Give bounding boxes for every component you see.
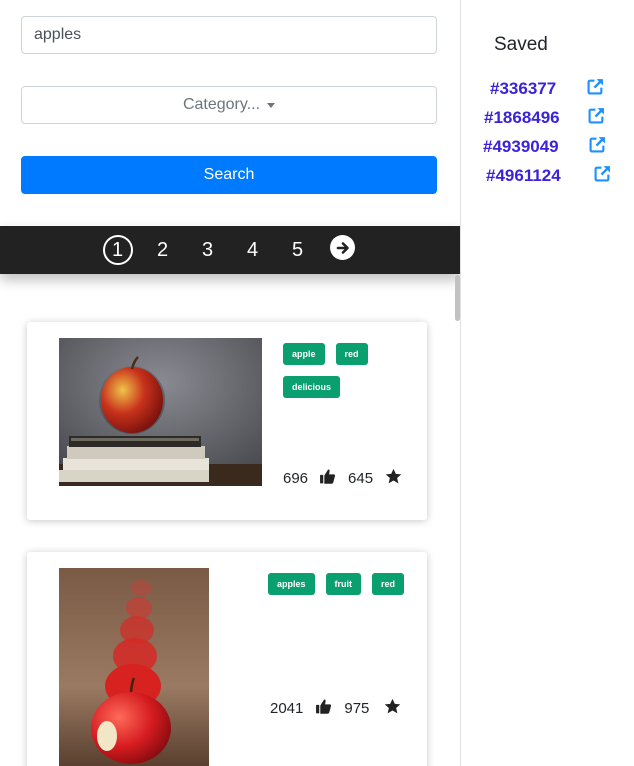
page-5-button[interactable]: 5 — [275, 239, 320, 262]
external-link-icon[interactable] — [588, 107, 605, 129]
caret-down-icon — [267, 103, 276, 108]
thumbs-up-icon[interactable] — [315, 698, 332, 719]
category-dropdown[interactable]: Category... — [21, 86, 437, 124]
saved-item-link[interactable]: #336377 — [490, 79, 556, 99]
saved-item: #1868496 — [484, 107, 605, 129]
saved-panel: Saved #336377 #1868496 #4939049 #4961124 — [460, 0, 634, 766]
category-label: Category... — [182, 96, 261, 113]
like-count: 696 — [283, 470, 309, 487]
arrow-right-icon — [330, 235, 355, 260]
saved-item: #4961124 — [486, 165, 611, 187]
search-button[interactable]: Search — [21, 156, 437, 194]
result-card[interactable]: apples fruit red 2041 975 — [27, 552, 427, 766]
saved-item-link[interactable]: #1868496 — [484, 108, 560, 128]
external-link-icon[interactable] — [589, 136, 606, 158]
tag-list: apples fruit red — [268, 573, 408, 595]
tag[interactable]: fruit — [325, 573, 362, 595]
left-panel: Category... Search 1 2 3 4 5 — [0, 0, 460, 766]
tag[interactable]: apples — [268, 573, 315, 595]
favorite-count: 645 — [348, 470, 374, 487]
tag[interactable]: red — [335, 343, 368, 365]
tag-list: apple red delicious — [283, 343, 413, 398]
star-icon[interactable] — [385, 468, 402, 489]
tag[interactable]: apple — [283, 343, 325, 365]
result-card[interactable]: apple red delicious 696 645 — [27, 322, 427, 520]
saved-item-link[interactable]: #4961124 — [486, 166, 561, 186]
saved-item: #336377 — [490, 78, 604, 100]
favorite-count: 975 — [344, 700, 370, 717]
tag[interactable]: delicious — [283, 376, 341, 398]
saved-item: #4939049 — [483, 136, 606, 158]
apple-on-books-image — [59, 338, 262, 486]
thumbs-up-icon[interactable] — [319, 468, 336, 489]
result-stats: 696 645 — [283, 468, 402, 489]
tag[interactable]: red — [372, 573, 405, 595]
external-link-icon[interactable] — [594, 165, 611, 187]
pagination-bar: 1 2 3 4 5 — [0, 226, 460, 274]
page-4-button[interactable]: 4 — [230, 239, 275, 262]
page-2-button[interactable]: 2 — [140, 239, 185, 262]
like-count: 2041 — [270, 700, 304, 717]
next-page-button[interactable] — [320, 235, 365, 262]
result-stats: 2041 975 — [270, 698, 401, 719]
apples-in-row-image — [59, 568, 209, 766]
page-3-button[interactable]: 3 — [185, 239, 230, 262]
external-link-icon[interactable] — [587, 78, 604, 100]
saved-item-link[interactable]: #4939049 — [483, 137, 559, 157]
saved-title: Saved — [494, 34, 548, 55]
search-input[interactable] — [21, 16, 437, 54]
star-icon[interactable] — [384, 698, 401, 719]
page-1-button[interactable]: 1 — [95, 235, 140, 265]
